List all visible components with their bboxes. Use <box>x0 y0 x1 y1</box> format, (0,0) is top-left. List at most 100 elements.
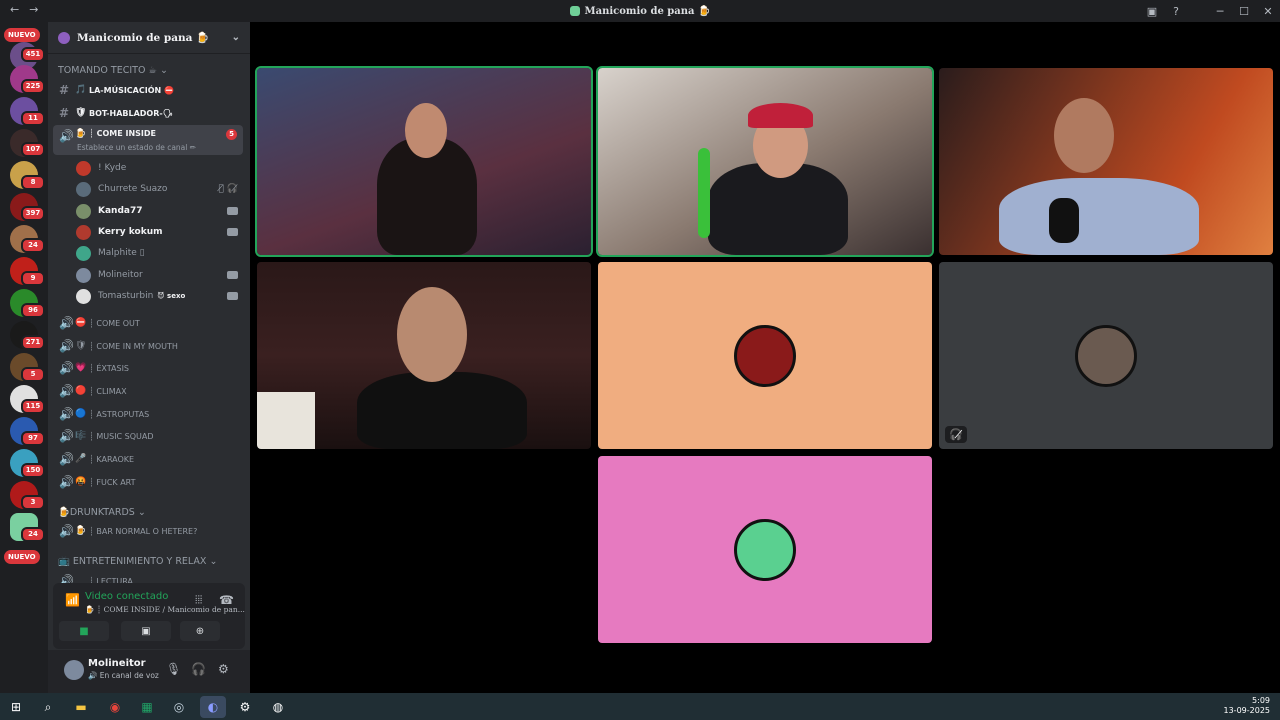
camera-icon <box>227 292 238 300</box>
camera-icon <box>227 228 238 236</box>
video-tile-4[interactable] <box>257 262 591 449</box>
mention-count: 8 <box>21 175 45 190</box>
avatar-tile-3[interactable] <box>598 456 932 643</box>
user-tag: 😈 sexo <box>157 292 186 300</box>
search-icon[interactable]: ⌕ <box>37 696 59 718</box>
hash-icon: # <box>59 83 70 97</box>
category-entretenimiento[interactable]: 📺 ENTRETENIMIENTO Y RELAX ⌄ <box>58 556 217 567</box>
speaker-icon: 🔊 <box>59 407 74 421</box>
channel-la-musicacion[interactable]: # 🎵 LA-MÚSICACIÓN ⛔ <box>53 80 243 100</box>
speaker-icon: 🔊 <box>59 429 74 443</box>
channel-bot-hablador[interactable]: # 🛡 BOT-HABLADOR-🗣 <box>53 103 243 123</box>
channel-astroputas[interactable]: 🔊 🔵 ┊ ASTROPUTAS <box>53 404 243 424</box>
video-tile-3[interactable] <box>939 68 1273 255</box>
chrome-icon[interactable]: ◉ <box>104 696 126 718</box>
pip-preview[interactable] <box>257 392 315 449</box>
mention-count: 96 <box>21 303 45 318</box>
avatar-tile-1[interactable] <box>598 262 932 449</box>
user-count-badge: 5 <box>226 129 237 140</box>
mention-count: 97 <box>21 431 45 446</box>
camera-button[interactable]: ■ <box>59 621 109 641</box>
user-status: 🔊 En canal de voz <box>88 671 159 680</box>
screen-share-button[interactable]: ▣ <box>121 621 171 641</box>
server-icon <box>569 6 580 16</box>
voice-user[interactable]: Molineitor <box>76 265 238 285</box>
settings-icon[interactable]: ⚙ <box>234 696 256 718</box>
channel-climax[interactable]: 🔊 🔴 ┊ CLIMAX <box>53 381 243 401</box>
windows-start-icon[interactable]: ⊞ <box>5 696 27 718</box>
excel-icon[interactable]: ▦ <box>136 696 158 718</box>
video-tile-1[interactable] <box>255 66 593 257</box>
speaker-icon: 🔊 <box>59 524 74 538</box>
title-bar: ← → Manicomio de pana 🍺 ▣ ? ─ ☐ ✕ <box>0 0 1280 22</box>
channel-come-in-my-mouth[interactable]: 🔊 🛡 ┊ COME IN MY MOUTH <box>53 336 243 356</box>
mention-count: 150 <box>21 463 45 478</box>
close-button[interactable]: ✕ <box>1256 5 1280 18</box>
voice-user[interactable]: Tomasturbin 😈 sexo <box>76 286 238 306</box>
avatar-tile-2[interactable]: 🎧̸ <box>939 262 1273 449</box>
bandana <box>748 103 813 128</box>
discord-icon[interactable]: ◐ <box>200 696 226 718</box>
minimize-button[interactable]: ─ <box>1208 5 1232 18</box>
channel-extasis[interactable]: 🔊 💗 ┊ ÉXTASIS <box>53 358 243 378</box>
file-explorer-icon[interactable]: ▬ <box>70 696 92 718</box>
chair-accent <box>698 148 710 238</box>
new-badge: NUEVO <box>4 28 40 42</box>
soundboard-button[interactable] <box>230 621 240 641</box>
mention-count: 11 <box>21 111 45 126</box>
new-badge: NUEVO <box>4 550 40 564</box>
channel-come-out[interactable]: 🔊 ⛔ ┊ COME OUT <box>53 313 243 333</box>
speaker-icon: 🔊 <box>59 361 74 375</box>
maximize-button[interactable]: ☐ <box>1232 5 1256 18</box>
help-icon[interactable]: ? <box>1164 5 1188 18</box>
activity-button[interactable]: ⊕ <box>180 621 220 641</box>
avatar <box>76 160 91 176</box>
avatar[interactable] <box>64 660 84 680</box>
muted-deafened-icon: 🎙̸ 🎧̸ <box>218 184 238 194</box>
speaker-icon: 🔊 <box>59 384 74 398</box>
recorder-icon[interactable]: ◍ <box>267 696 289 718</box>
server-list: NUEVO 451 225 11 107 8 397 24 9 96 271 5… <box>0 22 48 693</box>
voice-user[interactable]: Kerry kokum <box>76 222 238 242</box>
mention-count: 9 <box>21 271 45 286</box>
speaker-icon: 🔊 <box>59 452 74 466</box>
microphone-prop <box>1049 198 1079 243</box>
server-header[interactable]: Manicomio de pana 🍺 ⌄ <box>48 22 250 54</box>
taskbar: ⊞ ⌕ ▬ ◉ ▦ ◎ ◐ ⚙ ◍ 5:09 13-09-2025 <box>0 693 1280 720</box>
microphone-icon[interactable]: 🎙 <box>166 662 181 676</box>
signal-icon[interactable]: 📶 <box>65 593 80 607</box>
hash-icon: # <box>59 106 70 120</box>
voice-user[interactable]: Churrete Suazo 🎙̸ 🎧̸ <box>76 179 238 199</box>
headphones-icon[interactable]: 🎧 <box>191 662 206 676</box>
steam-icon[interactable]: ◎ <box>168 696 190 718</box>
voice-user[interactable]: Malphite ▯ <box>76 243 238 263</box>
voice-user[interactable]: Kanda77 <box>76 201 238 221</box>
participant-face <box>1054 98 1114 173</box>
mention-count: 115 <box>21 399 45 414</box>
participant-video <box>357 372 527 449</box>
channel-music-squad[interactable]: 🔊 🎼 ┊ MUSIC SQUAD <box>53 426 243 446</box>
speaker-icon: 🔊 <box>59 316 74 330</box>
channel-fuck-art[interactable]: 🔊 🤬 ┊ FUCK ART <box>53 472 243 492</box>
gear-icon[interactable]: ⚙ <box>218 662 229 676</box>
mention-count: 451 <box>21 47 45 62</box>
channel-status[interactable]: Establece un estado de canal ✏ <box>77 143 196 152</box>
speaker-icon: 🔊 <box>59 475 74 489</box>
avatar <box>76 224 91 240</box>
system-clock[interactable]: 5:09 13-09-2025 <box>1224 696 1271 716</box>
category-drunktards[interactable]: 🍺DRUNKTARDS ⌄ <box>58 507 146 518</box>
screen-share-icon[interactable]: ▣ <box>1140 5 1164 18</box>
channel-bar-normal[interactable]: 🔊 🍺 ┊ BAR NORMAL O HETERE? <box>53 521 243 541</box>
video-tile-2[interactable] <box>596 66 934 257</box>
category-tomando-tecito[interactable]: TOMANDO TECITO ☕ ⌄ <box>58 65 168 76</box>
participant-avatar <box>734 324 796 387</box>
voice-status[interactable]: Video conectado <box>85 591 168 602</box>
disconnect-icon[interactable]: ☎ <box>219 593 234 607</box>
noise-suppression-icon[interactable]: ⦙⦙⦙ <box>195 593 202 607</box>
voice-user[interactable]: ! Kyde <box>76 158 238 178</box>
username[interactable]: Molineitor <box>88 658 146 669</box>
video-grid: 🎧̸ <box>250 22 1280 693</box>
mention-count: 107 <box>21 142 45 157</box>
avatar <box>76 267 91 283</box>
channel-karaoke[interactable]: 🔊 🎤 ┊ KARAOKE <box>53 449 243 469</box>
